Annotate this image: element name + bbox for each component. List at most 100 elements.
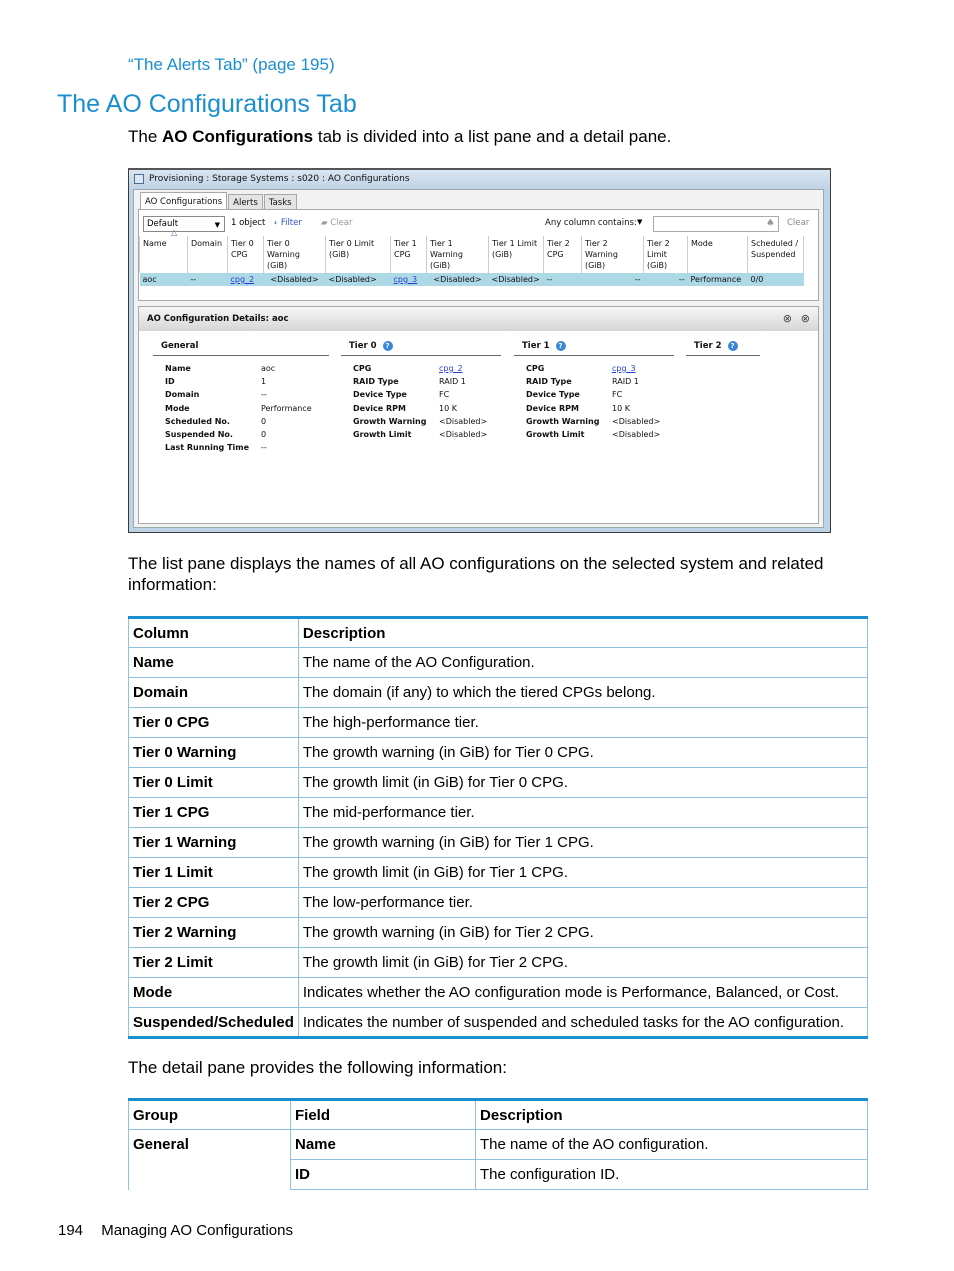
detail-field-value[interactable]: cpg_3 — [612, 364, 636, 377]
column-header-line1: Tier 1 — [430, 239, 453, 248]
grid-column-header[interactable]: Scheduled / Suspended — [747, 236, 804, 273]
detail-field-row: Growth Limit <Disabled> — [353, 430, 501, 443]
table-row: Tier 1 Warning The growth warning (in GiB… — [128, 827, 869, 858]
column-header-line1: Mode — [691, 239, 713, 248]
detail-field-value: <Disabled> — [612, 416, 661, 426]
column-name-cell: Tier 0 CPG — [128, 707, 299, 738]
grid-column-header[interactable]: Tier 1 Warning (GiB) — [426, 236, 489, 273]
detail-field-row: Growth Warning <Disabled> — [526, 417, 674, 430]
tab-tasks[interactable]: Tasks — [263, 194, 297, 210]
clear-search-button[interactable]: Clear — [787, 218, 809, 228]
grid-cell: -- — [581, 273, 644, 286]
grid-column-header[interactable]: Domain — [187, 236, 228, 273]
column-description-cell: The growth limit (in GiB) for Tier 1 CPG… — [297, 857, 869, 888]
detail-field-value: Performance — [261, 403, 312, 413]
grid-column-header[interactable]: Tier 0 Warning (GiB) — [263, 236, 326, 273]
grid-cell[interactable]: cpg_3 — [390, 273, 427, 286]
grid-cell[interactable]: cpg_2 — [227, 273, 264, 286]
column-name-cell: Tier 2 Limit — [128, 947, 299, 978]
detail-header: AO Configuration Details: aoc ⊗ ⊗ — [139, 307, 818, 331]
grid-column-header[interactable]: Tier 2 Warning (GiB) — [581, 236, 644, 273]
field-header: Field — [290, 1099, 476, 1130]
grid-column-header[interactable]: Mode — [687, 236, 748, 273]
column-header-line1: Scheduled / — [751, 239, 799, 248]
help-icon[interactable]: ? — [555, 341, 566, 351]
view-select[interactable]: Default ▼ — [143, 216, 225, 232]
collapse-all-icon[interactable]: ⊗ — [783, 307, 792, 331]
intro-bold: AO Configurations — [162, 127, 314, 146]
grid-column-header[interactable]: Tier 0 Limit (GiB) — [325, 236, 391, 273]
general-fields: Name aoc ID 1 Domain -- Mode Performance Schedul… — [153, 364, 329, 456]
column-name-cell: Tier 0 Warning — [128, 737, 299, 768]
column-header-line2: Warning (GiB) — [585, 250, 618, 270]
table-row: General Name The name of the AO configurat… — [128, 1129, 868, 1160]
field-cell: ID — [290, 1159, 476, 1190]
grid-cell: -- — [543, 273, 582, 286]
tier0-fields: CPG cpg_2 RAID Type RAID 1 Device Type FC Devi… — [341, 364, 501, 443]
grid-header-row: Name △ Domain Tier 0 CPG Tier 0 Warning (GiB)… — [139, 228, 804, 273]
column-header: Column — [128, 617, 299, 648]
column-name-cell: Tier 2 CPG — [128, 887, 299, 918]
tier2-group: Tier 2? — [686, 341, 760, 356]
group-cell — [128, 1159, 291, 1190]
grid-cell: <Disabled> — [426, 273, 489, 286]
grid-column-header[interactable]: Name △ — [139, 228, 188, 273]
table-row: Name The name of the AO Configuration. — [128, 647, 869, 678]
filter-button[interactable]: ⍖ Filter — [273, 218, 302, 228]
filter-icon: ⍖ — [273, 218, 281, 228]
detail-field-value: <Disabled> — [439, 416, 488, 426]
help-icon[interactable]: ? — [382, 341, 393, 351]
grid-row[interactable]: aoc -- cpg_2 <Disabled> <Disabled> cpg_3 <Disa… — [139, 273, 804, 286]
clear-filter-button[interactable]: ▰ Clear — [321, 218, 352, 228]
grid-column-header[interactable]: Tier 2 Limit (GiB) — [643, 236, 688, 273]
detail-field-value[interactable]: cpg_2 — [439, 364, 463, 377]
grid-column-header[interactable]: Tier 1 Limit (GiB) — [488, 236, 544, 273]
chevron-down-icon: ▼ — [214, 221, 220, 229]
grid-column-header[interactable]: Tier 2 CPG — [543, 236, 582, 273]
detail-field-row: Suspended No. 0 — [165, 430, 329, 443]
detail-field-value: aoc — [261, 364, 276, 373]
table-row: Tier 2 Warning The growth warning (in GiB… — [128, 917, 869, 948]
expand-all-icon[interactable]: ⊗ — [801, 307, 810, 331]
detail-field-value: 0 — [261, 429, 267, 439]
column-header-line1: Tier 0 — [231, 239, 254, 248]
detail-field-row: CPG cpg_2 — [353, 364, 501, 377]
detail-title: AO Configuration Details: aoc — [147, 314, 289, 324]
table-row: Tier 1 Limit The growth limit (in GiB) fo… — [128, 857, 869, 888]
grid-column-header[interactable]: Tier 0 CPG — [227, 236, 264, 273]
detail-field-label: Mode — [165, 403, 190, 413]
detail-field-label: Device Type — [353, 390, 407, 400]
alerts-tab-xref-link[interactable]: “The Alerts Tab” (page 195) — [128, 55, 335, 75]
detail-field-label: RAID Type — [353, 377, 399, 387]
any-column-dropdown-icon[interactable]: ▼ — [637, 218, 642, 226]
detail-field-row: Device Type FC — [353, 390, 501, 403]
tier0-group: Tier 0? CPG cpg_2 RAID Type RAID 1 Device Ty… — [341, 341, 501, 443]
general-group-title: General — [153, 341, 329, 356]
detail-field-value: FC — [439, 390, 450, 400]
detail-field-row: Growth Warning <Disabled> — [353, 417, 501, 430]
help-icon[interactable]: ? — [727, 341, 738, 351]
window-title: Provisioning : Storage Systems : s020 : … — [149, 174, 410, 184]
detail-field-row: Growth Limit <Disabled> — [526, 430, 674, 443]
column-description-table: Column Description Name The name of the A… — [128, 616, 869, 1039]
detail-table-body: General Name The name of the AO configurat… — [128, 1129, 868, 1190]
tab-alerts[interactable]: Alerts — [228, 194, 263, 210]
tier1-group-title: Tier 1? — [514, 341, 674, 356]
tab-ao-configurations[interactable]: AO Configurations — [140, 192, 228, 210]
description-header: Description — [475, 1099, 868, 1130]
detail-field-value: FC — [612, 390, 623, 400]
column-name-cell: Mode — [128, 977, 299, 1008]
detail-field-row: RAID Type RAID 1 — [526, 377, 674, 390]
detail-field-label: CPG — [353, 364, 372, 373]
description-header: Description — [297, 617, 869, 648]
table-row: Domain The domain (if any) to which the t… — [128, 677, 869, 708]
grid-column-header[interactable]: Tier 1 CPG — [390, 236, 427, 273]
window-content: AO Configurations Alerts Tasks Default ▼… — [133, 189, 824, 528]
column-header-line2: CPG — [394, 250, 411, 259]
column-header-line1: Tier 0 Limit — [329, 239, 375, 248]
table-header-row: Group Field Description — [128, 1099, 868, 1130]
search-input[interactable]: ♠ — [653, 216, 779, 232]
table-row: Tier 0 Warning The growth warning (in GiB… — [128, 737, 869, 768]
detail-field-label: Growth Warning — [526, 416, 600, 426]
column-header-line2: (GiB) — [492, 250, 513, 259]
